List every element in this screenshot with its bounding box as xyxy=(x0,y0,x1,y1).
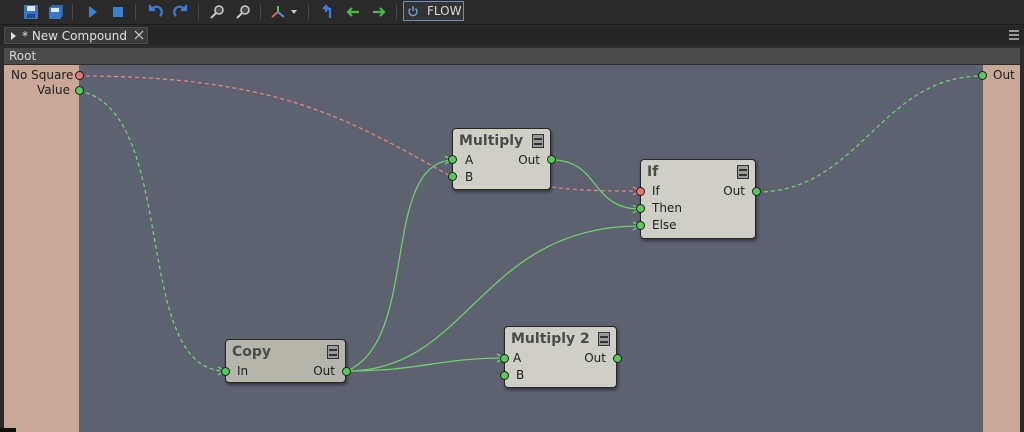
if-port-out[interactable] xyxy=(752,187,761,196)
multiply2-port-a[interactable] xyxy=(500,354,509,363)
port-label-a: A xyxy=(465,153,474,167)
output-port-out[interactable] xyxy=(978,71,987,80)
tab-bar: * New Compound xyxy=(0,26,1024,45)
port-label-a: A xyxy=(513,351,522,365)
output-label-out: Out xyxy=(993,68,1015,82)
node-if[interactable]: If If Then Else Out xyxy=(640,159,756,239)
node-menu-icon[interactable] xyxy=(532,134,544,148)
input-label-value: Value xyxy=(37,83,70,97)
copy-port-in[interactable] xyxy=(221,367,230,376)
if-port-then[interactable] xyxy=(636,204,645,213)
port-label-b: B xyxy=(516,368,525,382)
go-up-icon[interactable] xyxy=(318,2,338,22)
zoom-in-icon[interactable] xyxy=(207,2,227,22)
multiply-port-a[interactable] xyxy=(448,155,457,164)
compound-outputs-panel xyxy=(983,65,1020,432)
back-icon[interactable] xyxy=(343,2,363,22)
flow-label: FLOW xyxy=(427,4,462,18)
forward-icon[interactable] xyxy=(369,2,389,22)
port-label-out: Out xyxy=(723,184,745,198)
multiply-port-b[interactable] xyxy=(448,172,457,181)
multiply2-port-b[interactable] xyxy=(500,371,509,380)
close-icon[interactable] xyxy=(134,29,144,43)
play-icon[interactable] xyxy=(82,2,102,22)
if-port-else[interactable] xyxy=(636,221,645,230)
tab-expand-icon[interactable] xyxy=(5,31,21,41)
save-icon[interactable] xyxy=(21,2,41,22)
zoom-out-icon[interactable] xyxy=(233,2,253,22)
multiply2-port-out[interactable] xyxy=(613,354,622,363)
stop-icon[interactable] xyxy=(108,2,128,22)
port-label-then: Then xyxy=(652,201,682,215)
node-title: Multiply xyxy=(459,133,524,149)
if-port-if[interactable] xyxy=(636,187,645,196)
node-menu-icon[interactable] xyxy=(327,345,339,359)
port-label-if: If xyxy=(652,184,660,198)
axis-dropdown-icon[interactable] xyxy=(269,2,299,22)
port-label-out: Out xyxy=(584,351,606,365)
save-all-icon[interactable] xyxy=(46,2,66,22)
input-port-no-square[interactable] xyxy=(75,71,84,80)
copy-port-out[interactable] xyxy=(342,367,351,376)
port-label-in: In xyxy=(237,364,249,378)
tab-label: * New Compound xyxy=(22,28,127,43)
undo-icon[interactable] xyxy=(145,2,165,22)
port-label-out: Out xyxy=(518,153,540,167)
port-label-else: Else xyxy=(652,218,677,232)
input-port-value[interactable] xyxy=(75,86,84,95)
power-icon xyxy=(404,5,422,17)
flow-toggle-button[interactable]: FLOW xyxy=(403,1,464,21)
compound-inputs-panel xyxy=(4,65,79,432)
tab-new-compound[interactable]: * New Compound xyxy=(4,27,148,44)
node-copy[interactable]: Copy In Out xyxy=(225,339,346,383)
node-multiply-2[interactable]: Multiply 2 A B Out xyxy=(504,326,617,388)
node-title: Multiply 2 xyxy=(511,331,590,347)
node-menu-icon[interactable] xyxy=(598,332,610,346)
port-label-b: B xyxy=(465,170,474,184)
node-title: If xyxy=(647,164,659,180)
node-multiply[interactable]: Multiply A B Out xyxy=(452,128,551,190)
toolbar: FLOW xyxy=(0,0,1024,25)
breadcrumb-label: Root xyxy=(9,49,37,63)
node-menu-icon[interactable] xyxy=(737,165,749,179)
node-title: Copy xyxy=(232,344,272,360)
port-label-out: Out xyxy=(313,364,335,378)
corner-marker xyxy=(0,428,16,432)
input-label-no-square: No Square xyxy=(11,68,74,82)
menu-icon[interactable] xyxy=(1008,28,1020,42)
multiply-port-out[interactable] xyxy=(547,155,556,164)
breadcrumb[interactable]: Root xyxy=(4,48,1020,65)
redo-icon[interactable] xyxy=(171,2,191,22)
